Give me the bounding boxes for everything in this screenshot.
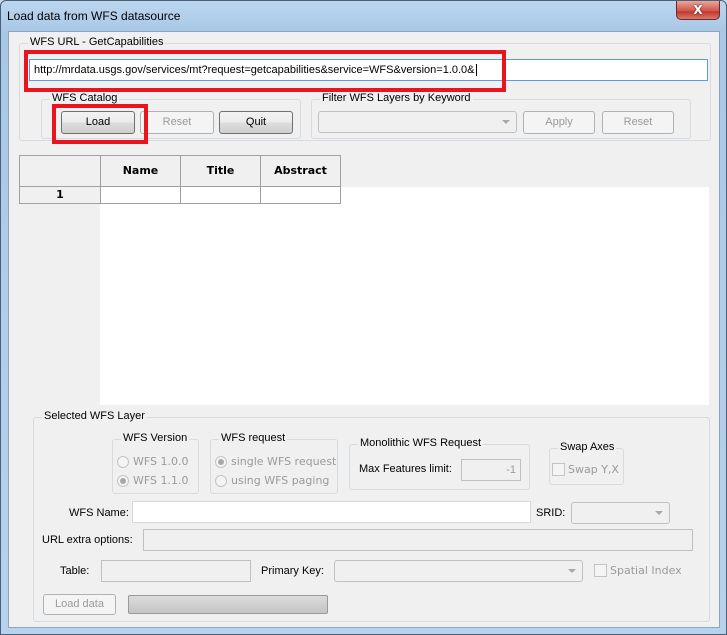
wfs-catalog-group-label: WFS Catalog xyxy=(50,92,120,104)
close-button[interactable]: X xyxy=(676,1,720,20)
checkbox-indicator xyxy=(552,463,565,476)
checkbox-indicator xyxy=(594,564,607,577)
swap-yx-checkbox[interactable]: Swap Y,X xyxy=(552,463,619,476)
table-input[interactable] xyxy=(101,560,251,582)
max-features-value: -1 xyxy=(506,464,516,476)
load-data-button[interactable]: Load data xyxy=(43,594,116,615)
primary-key-label: Primary Key: xyxy=(261,565,324,577)
filter-reset-button[interactable]: Reset xyxy=(602,111,674,134)
dialog-window: Load data from WFS datasource X WFS URL … xyxy=(0,0,727,635)
monolithic-request-group-label: Monolithic WFS Request xyxy=(358,437,484,449)
table-viewport xyxy=(100,187,709,405)
table-cell-title[interactable] xyxy=(180,186,261,204)
wfs-request-group-label: WFS request xyxy=(219,432,288,444)
quit-button[interactable]: Quit xyxy=(219,111,293,134)
url-extra-options-input[interactable] xyxy=(143,529,693,551)
radio-label: WFS 1.0.0 xyxy=(133,455,189,468)
url-extra-options-label: URL extra options: xyxy=(42,534,133,546)
wfs-url-group-label: WFS URL - GetCapabilities xyxy=(28,36,166,48)
radio-indicator xyxy=(117,474,129,487)
row-header[interactable]: 1 xyxy=(19,186,101,204)
title-bar[interactable]: Load data from WFS datasource X xyxy=(1,1,726,31)
dialog-client-area: WFS URL - GetCapabilities http://mrdata.… xyxy=(8,31,720,628)
close-icon: X xyxy=(693,3,703,17)
wfs-version-group-label: WFS Version xyxy=(121,432,190,444)
load-button[interactable]: Load xyxy=(61,111,135,134)
max-features-input[interactable]: -1 xyxy=(461,459,521,481)
selected-layer-group-label: Selected WFS Layer xyxy=(42,410,147,422)
table-corner-header xyxy=(19,155,101,187)
table-cell-name[interactable] xyxy=(100,186,181,204)
wfs-url-input[interactable]: http://mrdata.usgs.gov/services/mt?reque… xyxy=(29,59,708,81)
load-progress-bar xyxy=(128,595,328,614)
column-header-title[interactable]: Title xyxy=(180,155,261,187)
swap-axes-group-label: Swap Axes xyxy=(558,441,617,453)
wfs-name-input[interactable] xyxy=(132,501,531,523)
apply-button[interactable]: Apply xyxy=(523,111,595,134)
radio-label: single WFS request xyxy=(231,455,337,468)
wfs-url-value: http://mrdata.usgs.gov/services/mt?reque… xyxy=(34,64,475,76)
chevron-down-icon xyxy=(568,569,576,573)
layers-table[interactable]: Name Title Abstract 1 xyxy=(19,155,710,405)
srid-label: SRID: xyxy=(536,507,566,519)
window-title: Load data from WFS datasource xyxy=(7,9,181,23)
wfs-name-label: WFS Name: xyxy=(69,507,129,519)
max-features-label: Max Features limit: xyxy=(359,463,452,475)
radio-label: WFS 1.1.0 xyxy=(133,474,189,487)
text-cursor xyxy=(475,64,477,76)
spatial-index-checkbox[interactable]: Spatial Index xyxy=(594,564,682,577)
column-header-name[interactable]: Name xyxy=(100,155,181,187)
radio-label: using WFS paging xyxy=(231,474,330,487)
radio-wfs-1-1-0[interactable]: WFS 1.1.0 xyxy=(117,474,188,487)
filter-keyword-group-label: Filter WFS Layers by Keyword xyxy=(320,92,473,104)
radio-indicator xyxy=(215,474,227,487)
radio-wfs-1-0-0[interactable]: WFS 1.0.0 xyxy=(117,455,188,468)
keyword-combobox[interactable] xyxy=(318,111,517,133)
chevron-down-icon xyxy=(655,511,663,515)
primary-key-combobox[interactable] xyxy=(334,560,583,582)
radio-single-request[interactable]: single WFS request xyxy=(215,455,336,468)
radio-indicator xyxy=(117,455,129,468)
chevron-down-icon xyxy=(502,120,510,124)
column-header-abstract[interactable]: Abstract xyxy=(260,155,341,187)
radio-indicator xyxy=(215,455,227,468)
radio-wfs-paging[interactable]: using WFS paging xyxy=(215,474,329,487)
table-cell-abstract[interactable] xyxy=(260,186,341,204)
srid-combobox[interactable] xyxy=(571,502,670,524)
catalog-reset-button[interactable]: Reset xyxy=(140,111,214,134)
checkbox-label: Spatial Index xyxy=(610,564,682,577)
checkbox-label: Swap Y,X xyxy=(568,463,619,476)
table-label: Table: xyxy=(60,565,90,577)
